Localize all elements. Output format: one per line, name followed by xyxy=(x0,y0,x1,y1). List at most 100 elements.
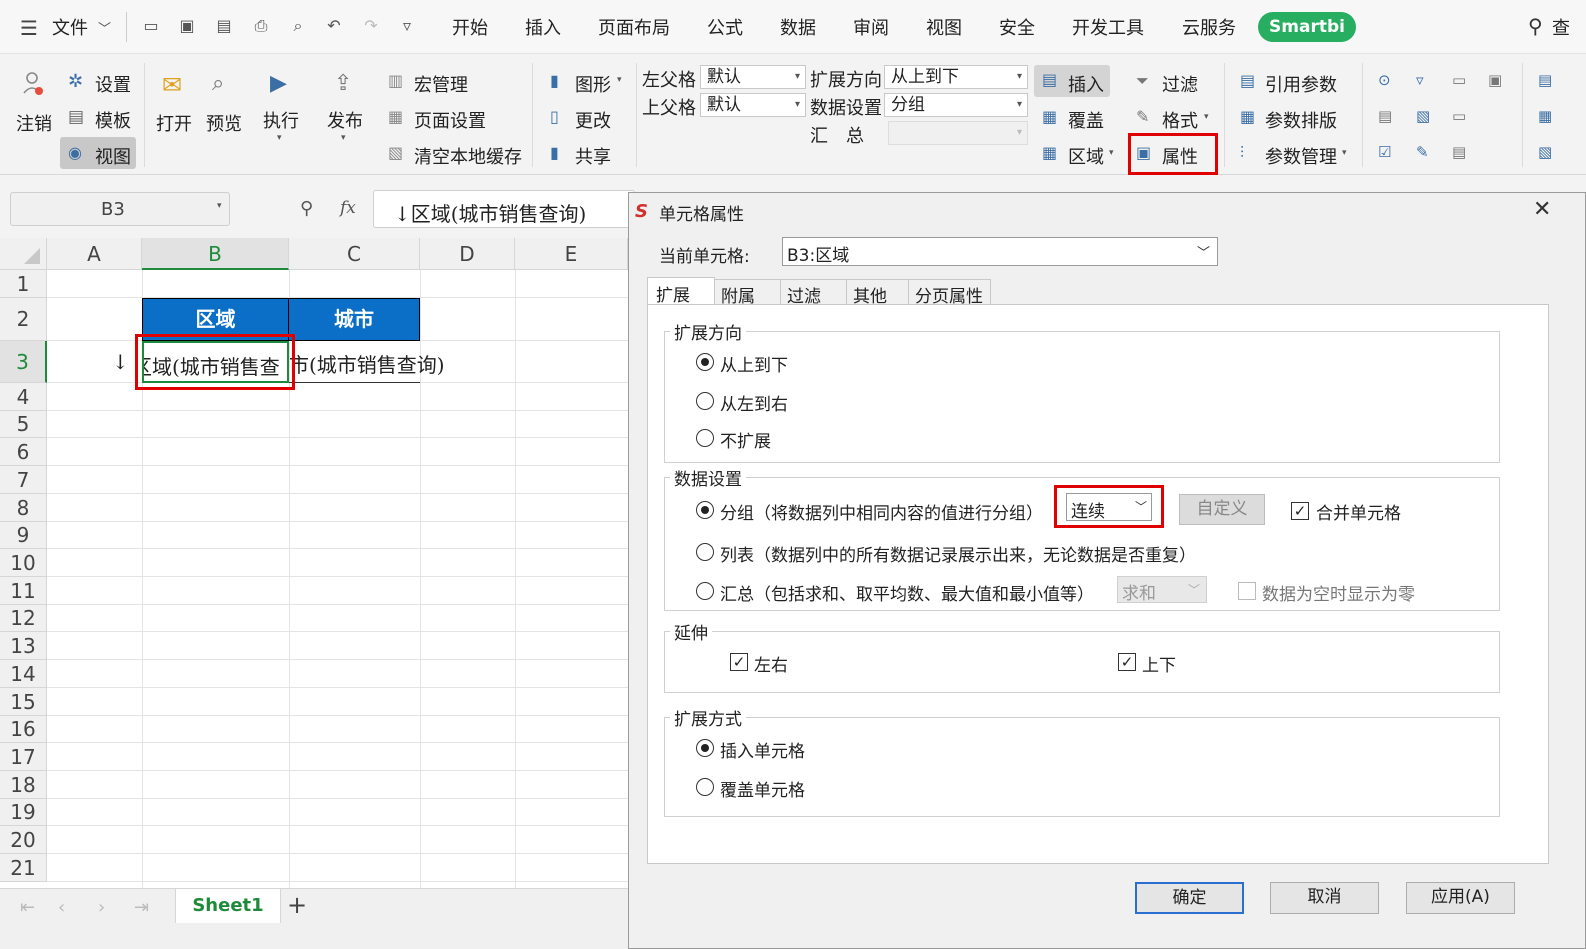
prev-sheet-icon[interactable]: ‹ xyxy=(58,897,65,918)
input-control-icon[interactable]: ▭ xyxy=(1452,107,1466,125)
row-header-18[interactable]: 18 xyxy=(0,771,47,799)
radio-group-label[interactable]: 分组（将数据列中相同内容的值进行分组） xyxy=(720,499,1043,524)
more-tool-icon[interactable]: ▧ xyxy=(1538,143,1552,161)
chevron-down-icon[interactable]: ﹀ xyxy=(98,18,111,37)
more-tool-icon[interactable]: ▤ xyxy=(1538,71,1552,89)
edit-control-icon[interactable]: ✎ xyxy=(1416,143,1429,161)
empty-zero-label[interactable]: 数据为空时显示为零 xyxy=(1262,580,1415,605)
row-header-8[interactable]: 8 xyxy=(0,494,47,522)
tab-insert[interactable]: 插入 xyxy=(525,14,561,40)
radio-cover-cells-label[interactable]: 覆盖单元格 xyxy=(720,776,805,801)
radio-left-to-right-label[interactable]: 从左到右 xyxy=(720,390,788,415)
open-folder-icon[interactable]: ▭ xyxy=(142,17,160,35)
row-header-20[interactable]: 20 xyxy=(0,826,47,854)
tab-page-layout[interactable]: 页面布局 xyxy=(598,14,670,40)
tab-filter[interactable]: 过滤 xyxy=(781,279,847,307)
radio-list-label[interactable]: 列表（数据列中的所有数据记录展示出来，无论数据是否重复） xyxy=(720,541,1196,566)
summary-select[interactable]: ▾ xyxy=(888,121,1028,145)
column-header-b[interactable]: B xyxy=(142,238,289,270)
left-parent-select[interactable]: 默认 ▾ xyxy=(700,65,806,89)
search-label[interactable]: 查 xyxy=(1552,14,1570,40)
tab-start[interactable]: 开始 xyxy=(452,14,488,40)
tab-developer[interactable]: 开发工具 xyxy=(1072,14,1144,40)
execute-button[interactable]: 执行 xyxy=(263,107,299,133)
chevron-down-icon[interactable]: ▾ xyxy=(277,133,282,143)
row-header-14[interactable]: 14 xyxy=(0,660,47,688)
chevron-down-icon[interactable]: ▾ xyxy=(341,133,346,143)
list-control-icon[interactable]: ▭ xyxy=(1452,71,1466,89)
dropdown-control-icon[interactable]: ▿ xyxy=(1416,71,1424,89)
insert-button[interactable]: 插入 xyxy=(1068,71,1104,97)
row-header-21[interactable]: 21 xyxy=(0,854,47,882)
checkbox-control-icon[interactable]: ☑ xyxy=(1378,143,1391,161)
radio-insert-cells[interactable] xyxy=(696,739,714,757)
row-header-3[interactable]: 3 xyxy=(0,341,47,383)
last-sheet-icon[interactable]: ⇥ xyxy=(134,897,149,918)
top-parent-select[interactable]: 默认 ▾ xyxy=(700,93,806,117)
first-sheet-icon[interactable]: ⇤ xyxy=(20,897,35,918)
radio-top-to-bottom-label[interactable]: 从上到下 xyxy=(720,351,788,376)
row-header-4[interactable]: 4 xyxy=(0,383,47,411)
redo-icon[interactable]: ↷ xyxy=(362,17,380,35)
radio-left-to-right[interactable] xyxy=(696,392,714,410)
cell-c2[interactable]: 城市 xyxy=(288,298,420,341)
tab-paging[interactable]: 分页属性 xyxy=(909,279,991,307)
extend-top-bottom-label[interactable]: 上下 xyxy=(1142,651,1176,676)
summary-func-select[interactable]: 求和 ﹀ xyxy=(1117,576,1207,604)
sheet-tab-sheet1[interactable]: Sheet1 xyxy=(175,889,281,923)
format-button[interactable]: 格式 xyxy=(1162,107,1198,133)
tab-smartbi[interactable]: Smartbi xyxy=(1258,12,1356,42)
row-header-9[interactable]: 9 xyxy=(0,522,47,549)
param-mgmt-button[interactable]: 参数管理 xyxy=(1265,143,1337,169)
chevron-down-icon[interactable]: ▾ xyxy=(1109,148,1114,158)
tab-attach[interactable]: 附属 xyxy=(715,279,781,307)
label-control-icon[interactable]: ⊙ xyxy=(1378,71,1391,89)
publish-button[interactable]: 发布 xyxy=(327,107,363,133)
radio-group[interactable] xyxy=(696,501,714,519)
page-setup-button[interactable]: 页面设置 xyxy=(414,107,486,133)
chevron-down-icon[interactable]: ▾ xyxy=(617,75,622,85)
zoom-icon[interactable]: ⚲ xyxy=(300,198,313,219)
column-header-c[interactable]: C xyxy=(289,238,420,270)
more-tool-icon[interactable]: ▦ xyxy=(1538,107,1552,125)
tab-view[interactable]: 视图 xyxy=(926,14,962,40)
tab-cloud[interactable]: 云服务 xyxy=(1182,14,1236,40)
row-header-19[interactable]: 19 xyxy=(0,799,47,826)
current-cell-select[interactable]: B3:区域 ﹀ xyxy=(782,237,1218,266)
view-button[interactable]: 视图 xyxy=(95,143,131,169)
customize-dropdown-icon[interactable]: ▿ xyxy=(398,17,416,35)
row-header-17[interactable]: 17 xyxy=(0,743,47,771)
ok-button[interactable]: 确定 xyxy=(1135,882,1244,914)
export-icon[interactable]: ▤ xyxy=(215,17,233,35)
file-menu[interactable]: 文件 xyxy=(52,14,88,40)
text-control-icon[interactable]: ▤ xyxy=(1378,107,1392,125)
data-setting-select[interactable]: 分组 ▾ xyxy=(884,93,1028,117)
macro-button[interactable]: 宏管理 xyxy=(414,71,468,97)
tab-formula[interactable]: 公式 xyxy=(707,14,743,40)
print-preview-icon[interactable]: ⌕ xyxy=(289,17,307,35)
save-icon[interactable]: ▣ xyxy=(178,17,196,35)
chevron-down-icon[interactable]: ▾ xyxy=(217,201,222,211)
merge-cells-label[interactable]: 合并单元格 xyxy=(1316,499,1401,524)
filter-button[interactable]: 过滤 xyxy=(1162,71,1198,97)
radio-no-expand[interactable] xyxy=(696,429,714,447)
apply-button[interactable]: 应用(A) xyxy=(1406,882,1515,914)
radio-summary-label[interactable]: 汇总（包括求和、取平均数、最大值和最小值等） xyxy=(720,580,1094,605)
fx-icon[interactable]: fx xyxy=(340,198,356,218)
open-button[interactable]: 打开 xyxy=(156,110,192,136)
tab-data[interactable]: 数据 xyxy=(780,14,816,40)
row-header-13[interactable]: 13 xyxy=(0,632,47,660)
spreadsheet-grid[interactable]: A B C D E 1 2 3 4 5 6 7 8 9 10 11 12 13 14 15 16 17 18 19 2… xyxy=(0,238,628,890)
row-header-10[interactable]: 10 xyxy=(0,549,47,577)
modify-button[interactable]: 更改 xyxy=(575,107,611,133)
row-header-1[interactable]: 1 xyxy=(0,270,47,298)
row-header-16[interactable]: 16 xyxy=(0,716,47,743)
undo-icon[interactable]: ↶ xyxy=(325,17,343,35)
add-sheet-icon[interactable]: + xyxy=(287,891,307,919)
preview-button[interactable]: 预览 xyxy=(206,110,242,136)
radio-no-expand-label[interactable]: 不扩展 xyxy=(720,427,771,452)
template-button[interactable]: 模板 xyxy=(95,107,131,133)
next-sheet-icon[interactable]: › xyxy=(98,897,105,918)
cell-c3[interactable]: 市(城市销售查询) xyxy=(289,341,445,383)
chart-button[interactable]: 图形 xyxy=(575,71,611,97)
